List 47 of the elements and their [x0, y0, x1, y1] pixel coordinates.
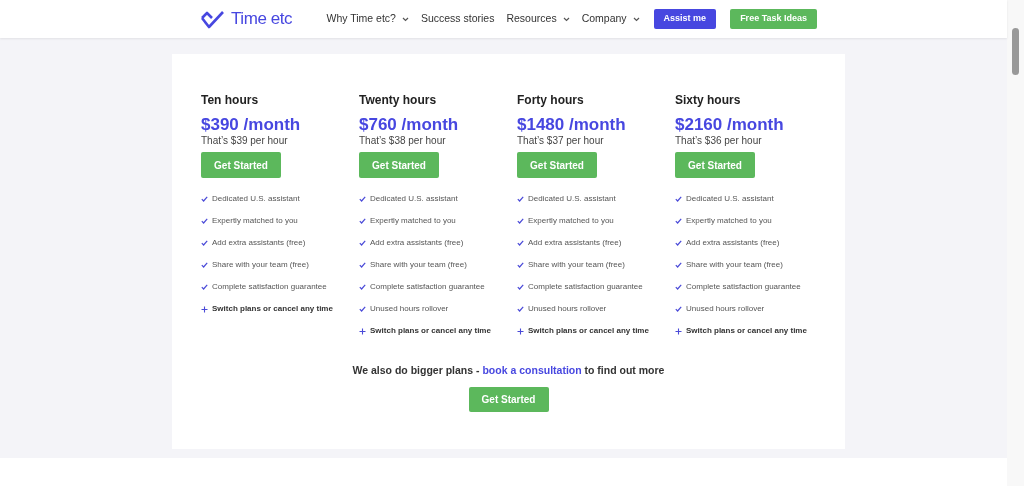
feature-text: Complete satisfaction guarantee	[528, 281, 643, 293]
nav-link[interactable]: Resources	[506, 11, 570, 27]
bigger-plans-text: We also do bigger plans - book a consultation to find out more	[352, 363, 665, 379]
feature-text: Add extra assistants (free)	[370, 237, 464, 249]
feature-text: Switch plans or cancel any time	[212, 303, 333, 315]
plan-price: $760 /month	[359, 115, 460, 135]
plan-price: $1480 /month	[517, 115, 627, 135]
plan-price: $2160 /month	[675, 115, 785, 135]
feature-text: Share with your team (free)	[370, 259, 467, 271]
hourly-rate: That’s $37 per hour	[517, 135, 605, 147]
consultation-link[interactable]: book a consultation	[482, 364, 582, 377]
feature-text: Complete satisfaction guarantee	[370, 281, 485, 293]
feature-text: Add extra assistants (free)	[212, 237, 306, 249]
feature-text: Expertly matched to you	[370, 215, 456, 227]
nav-link[interactable]: Company	[581, 11, 640, 27]
hourly-rate: That’s $39 per hour	[201, 135, 289, 147]
feature-text: Expertly matched to you	[212, 215, 298, 227]
feature-text: Unused hours rollover	[370, 303, 449, 315]
plan-name: Forty hours	[517, 93, 585, 107]
feature-text: Dedicated U.S. assistant	[686, 193, 774, 205]
feature-text: Share with your team (free)	[212, 259, 309, 271]
hourly-rate: That’s $36 per hour	[675, 135, 763, 147]
feature-text: Unused hours rollover	[686, 303, 765, 315]
nav-link[interactable]: Success stories	[420, 11, 495, 27]
feature-text: Switch plans or cancel any time	[370, 325, 491, 337]
feature-text: Unused hours rollover	[528, 303, 607, 315]
feature-text: Dedicated U.S. assistant	[212, 193, 300, 205]
feature-text: Expertly matched to you	[686, 215, 772, 227]
feature-text: Dedicated U.S. assistant	[528, 193, 616, 205]
plan-price: $390 /month	[201, 115, 302, 135]
hourly-rate: That’s $38 per hour	[359, 135, 447, 147]
feature-text: Share with your team (free)	[686, 259, 783, 271]
feature-text: Share with your team (free)	[528, 259, 625, 271]
plan-name: Sixty hours	[675, 93, 742, 107]
feature-text: Expertly matched to you	[528, 215, 614, 227]
feature-text: Switch plans or cancel any time	[686, 325, 807, 337]
feature-text: Switch plans or cancel any time	[528, 325, 649, 337]
header-button[interactable]: Assist me	[653, 9, 717, 29]
feature-text: Add extra assistants (free)	[686, 237, 780, 249]
feature-text: Complete satisfaction guarantee	[686, 281, 801, 293]
feature-text: Dedicated U.S. assistant	[370, 193, 458, 205]
feature-text: Complete satisfaction guarantee	[212, 281, 327, 293]
plan-name: Ten hours	[201, 93, 260, 107]
nav-link[interactable]: Why Time etc?	[326, 11, 409, 27]
feature-text: Add extra assistants (free)	[528, 237, 622, 249]
logo-text[interactable]: Time etc	[231, 6, 293, 32]
plan-name: Twenty hours	[359, 93, 438, 107]
